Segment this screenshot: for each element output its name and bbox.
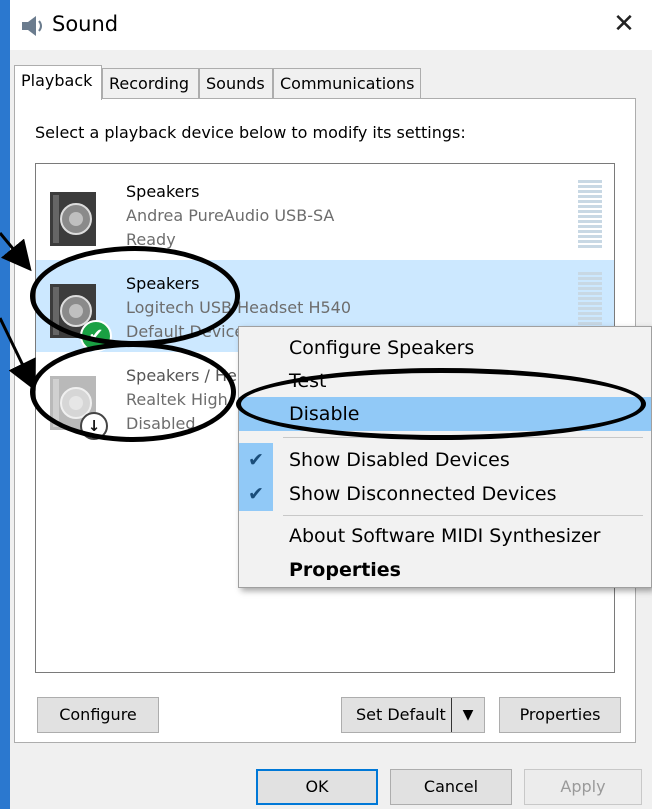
menu-item-about-midi[interactable]: About Software MIDI Synthesizer [239,519,651,553]
device-name: Speakers [126,182,200,201]
volume-meter [578,180,602,248]
device-status: Ready [126,230,176,249]
ok-button[interactable]: OK [256,769,378,805]
device-status: Disabled [126,414,196,433]
sound-app-icon [22,16,42,36]
close-button[interactable]: ✕ [604,4,644,44]
sound-dialog: Sound ✕ Playback Recording Sounds Commun… [0,0,652,809]
configure-button[interactable]: Configure [37,697,159,733]
device-item-andrea[interactable]: Speakers Andrea PureAudio USB-SA Ready [36,168,614,260]
down-arrow-badge-icon: ↓ [80,412,108,440]
device-description: Realtek High [126,390,228,409]
menu-item-label: Properties [289,559,401,581]
tab-communications[interactable]: Communications [273,68,421,98]
checkmark-icon: ✔ [239,443,273,477]
menu-item-properties[interactable]: Properties [239,553,651,587]
menu-item-show-disconnected-devices[interactable]: ✔ Show Disconnected Devices [239,477,651,511]
checkmark-icon: ✔ [239,477,273,511]
speaker-icon [50,192,96,246]
title-bar[interactable]: Sound ✕ [10,0,652,50]
device-description: Andrea PureAudio USB-SA [126,206,335,225]
device-status: Default Device [126,322,245,341]
menu-item-label: Show Disabled Devices [289,449,510,471]
menu-item-label: Disable [289,403,360,425]
checkmark-badge-icon: ✔ [80,320,112,352]
menu-item-show-disabled-devices[interactable]: ✔ Show Disabled Devices [239,443,651,477]
tab-recording[interactable]: Recording [102,68,199,98]
set-default-label: Set Default [356,705,446,724]
device-name: Speakers / He [126,366,237,385]
context-menu: Configure Speakers Test Disable ✔ Show D… [238,326,652,588]
menu-item-test[interactable]: Test [239,364,651,398]
device-name: Speakers [126,274,200,293]
set-default-dropdown-arrow[interactable]: ▼ [451,698,484,732]
menu-item-label: Show Disconnected Devices [289,483,557,505]
menu-item-configure-speakers[interactable]: Configure Speakers [239,331,651,365]
window-title: Sound [52,12,119,36]
menu-separator [283,515,643,516]
instruction-text: Select a playback device below to modify… [35,123,466,142]
menu-item-label: About Software MIDI Synthesizer [289,525,601,547]
tab-playback[interactable]: Playback [14,65,102,100]
properties-button[interactable]: Properties [499,697,621,733]
menu-item-label: Test [289,370,327,392]
apply-button[interactable]: Apply [524,769,642,805]
device-description: Logitech USB Headset H540 [126,298,352,317]
tab-sounds[interactable]: Sounds [199,68,273,98]
set-default-button[interactable]: Set Default ▼ [341,697,485,733]
menu-item-label: Configure Speakers [289,337,475,359]
menu-item-disable[interactable]: Disable [239,397,651,431]
menu-separator [283,437,643,438]
window-accent-border [0,0,10,809]
cancel-button[interactable]: Cancel [390,769,512,805]
